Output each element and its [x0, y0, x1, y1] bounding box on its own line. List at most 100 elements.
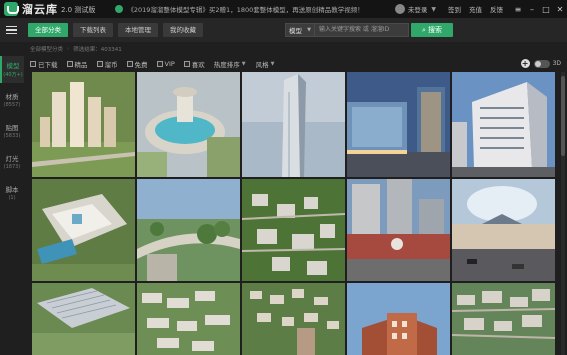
3d-toggle[interactable] — [533, 59, 550, 68]
filter-coin[interactable]: 溜币 — [96, 59, 118, 69]
filter-downloaded[interactable]: 已下载 — [30, 59, 58, 69]
search-category-value: 模型 — [289, 27, 302, 35]
filter-label: 溜币 — [104, 61, 118, 69]
checkbox[interactable] — [66, 61, 73, 67]
breadcrumb: 全部模型分类 › 筛选结果：403341 — [30, 42, 122, 56]
model-thumbnail[interactable] — [242, 72, 345, 177]
sort-dropdown[interactable]: 热度排序 ▼ — [214, 59, 246, 69]
filter-free[interactable]: 免费 — [126, 59, 148, 69]
thumbnail-image — [242, 179, 345, 281]
tab-all-categories[interactable]: 全部分类 — [28, 23, 68, 37]
filter-liked[interactable]: 喜欢 — [183, 59, 205, 69]
tab-favorites[interactable]: 我的收藏 — [163, 23, 203, 37]
nav-tabs: 全部分类 下载列表 本地管理 我的收藏 — [28, 23, 208, 37]
app-window: 溜云库 2.0 测试版 《2019溜溜整体模型专辑》买2赠1，1800套整体模型… — [0, 0, 567, 355]
model-thumbnail[interactable] — [347, 72, 450, 177]
search-icon: ⌕ — [422, 25, 426, 34]
thumbnail-image — [452, 72, 555, 177]
checkbox[interactable] — [96, 61, 103, 67]
sidebar-item-count: (5833) — [3, 133, 21, 139]
search-input[interactable]: 输入关键字搜索 或 溜溜ID — [315, 23, 409, 37]
minimize-icon[interactable]: – — [525, 5, 539, 14]
sidebar-item-count: (1873) — [3, 164, 21, 170]
filter-vip[interactable]: VIP — [156, 60, 175, 68]
filter-label: 精品 — [74, 61, 88, 69]
avatar[interactable] — [394, 4, 405, 14]
tab-local[interactable]: 本地管理 — [118, 23, 158, 37]
thumbnail-image — [137, 283, 240, 355]
caret-down-icon: ▼ — [241, 61, 246, 67]
sort-label: 热度排序 — [213, 61, 240, 69]
sidebar-item-label: 贴图 — [5, 124, 19, 132]
login-link[interactable]: 未登录 — [408, 4, 428, 14]
scrollbar-thumb[interactable] — [561, 76, 565, 156]
thumbnail-image — [242, 72, 345, 177]
close-icon[interactable]: ✕ — [553, 5, 567, 14]
search-button[interactable]: ⌕ 搜索 — [411, 23, 453, 37]
model-thumbnail[interactable] — [452, 72, 555, 177]
sidebar-item-label: 灯光 — [5, 155, 19, 163]
checkbox[interactable] — [183, 61, 190, 67]
model-thumbnail[interactable] — [242, 179, 345, 281]
model-thumbnail[interactable] — [452, 283, 555, 355]
sidebar-item-lights[interactable]: 灯光 (1873) — [0, 149, 24, 176]
model-thumbnail[interactable] — [32, 179, 135, 281]
checkbox[interactable] — [30, 61, 36, 67]
thumbnail-image — [137, 179, 240, 281]
feedback-link[interactable]: 反馈 — [490, 4, 503, 14]
checkbox[interactable] — [156, 61, 163, 67]
thumbnail-image — [347, 72, 450, 177]
breadcrumb-root[interactable]: 全部模型分类 — [30, 45, 63, 53]
add-icon[interactable]: + — [520, 59, 530, 68]
maximize-icon[interactable]: □ — [539, 5, 553, 14]
thumbnail-image — [452, 179, 555, 281]
thumbnail-image — [347, 283, 450, 355]
filter-bar: 已下载 精品 溜币 免费 VIP 喜欢 热度排序 ▼ 风格 ▼ + 3D — [30, 56, 567, 72]
menu-icon[interactable]: ≡ — [511, 5, 525, 14]
thumbnail-image — [32, 72, 135, 177]
checkbox[interactable] — [126, 61, 133, 67]
logo-icon — [4, 2, 19, 16]
sidebar-item-label: 材质 — [5, 93, 19, 101]
chevron-down-icon[interactable]: ▼ — [431, 6, 436, 13]
sidebar-item-scripts[interactable]: 脚本 (1) — [0, 180, 24, 207]
thumbnail-image — [32, 283, 135, 355]
model-thumbnail[interactable] — [347, 179, 450, 281]
title-actions: 未登录 ▼ 签到 充值 反馈 ≡ – □ ✕ — [394, 0, 567, 18]
model-thumbnail[interactable] — [32, 283, 135, 355]
checkin-link[interactable]: 签到 — [448, 4, 461, 14]
model-thumbnail[interactable] — [242, 283, 345, 355]
thumbnail-image — [137, 72, 240, 177]
model-thumbnail[interactable] — [137, 283, 240, 355]
sidebar-item-label: 脚本 — [5, 186, 19, 194]
model-thumbnail[interactable] — [452, 179, 555, 281]
filter-label: 免费 — [134, 61, 148, 69]
model-thumbnail[interactable] — [32, 72, 135, 177]
tab-downloads[interactable]: 下载列表 — [73, 23, 113, 37]
search-category-select[interactable]: 模型 ▼ — [285, 23, 315, 37]
hamburger-icon[interactable] — [6, 24, 24, 37]
sidebar-item-models[interactable]: 模型 (40万+) — [0, 56, 24, 83]
speaker-icon — [115, 5, 124, 13]
thumbnail-image — [32, 179, 135, 281]
sidebar-item-textures[interactable]: 贴图 (5833) — [0, 118, 24, 145]
model-thumbnail[interactable] — [347, 283, 450, 355]
main-nav: 全部分类 下载列表 本地管理 我的收藏 模型 ▼ 输入关键字搜索 或 溜溜ID … — [0, 18, 567, 42]
thumbnail-image — [347, 179, 450, 281]
app-logo: 溜云库 2.0 测试版 — [4, 1, 95, 17]
model-thumbnail[interactable] — [137, 179, 240, 281]
recharge-link[interactable]: 充值 — [469, 4, 482, 14]
model-thumbnail[interactable] — [137, 72, 240, 177]
scrollbar[interactable] — [561, 72, 565, 355]
filter-premium[interactable]: 精品 — [66, 59, 88, 69]
sidebar-item-materials[interactable]: 材质 (8557) — [0, 87, 24, 114]
app-name: 溜云库 — [22, 3, 58, 16]
filter-label: 喜欢 — [191, 61, 205, 69]
sidebar-item-label: 模型 — [6, 62, 20, 70]
category-sidebar: 模型 (40万+) 材质 (8557) 贴图 (5833) 灯光 (1873) 脚本 (1… — [0, 56, 24, 355]
style-label: 风格 — [255, 61, 269, 69]
announcement[interactable]: 《2019溜溜整体模型专辑》买2赠1，1800套整体模型，再送原创精品教学视频！ — [115, 4, 364, 14]
sidebar-item-count: (40万+) — [3, 72, 23, 78]
sidebar-item-count: (1) — [8, 195, 16, 201]
style-dropdown[interactable]: 风格 ▼ — [256, 59, 275, 69]
